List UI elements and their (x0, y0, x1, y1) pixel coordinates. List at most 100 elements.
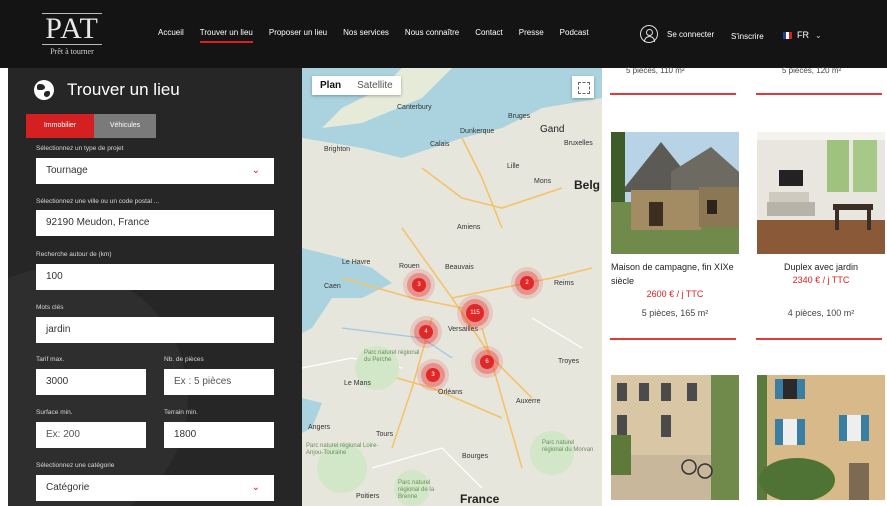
min-land-label: Terrain min. (164, 409, 198, 416)
min-surface-placeholder: Ex: 200 (46, 429, 80, 440)
divider (756, 338, 882, 340)
keywords-label: Mots clés (36, 304, 64, 311)
login-link[interactable]: Se connecter (640, 25, 714, 43)
chevron-down-icon: ⌄ (251, 165, 260, 176)
city-label: Sélectionnez une ville ou un code postal… (36, 198, 160, 205)
keywords-input[interactable]: jardin (36, 317, 274, 343)
listing-photo[interactable] (757, 132, 885, 254)
language-selector[interactable]: FR ⌄ (783, 30, 822, 40)
nav-presse[interactable]: Presse (519, 28, 544, 43)
language-label: FR (797, 30, 809, 40)
map-label: Brighton (324, 146, 351, 153)
min-land-input[interactable]: 1800 (164, 422, 274, 448)
user-icon (640, 25, 658, 43)
listing-title[interactable]: Maison de campagne, fin XIXe siècle (611, 260, 741, 288)
map-type-toggle: Plan Satellite (312, 76, 401, 95)
max-rate-input[interactable]: 3000 (36, 369, 146, 395)
map-label: Canterbury (397, 104, 432, 111)
map-label: Reims (554, 280, 574, 287)
listing-title[interactable]: Duplex avec jardin (757, 260, 885, 274)
city-input[interactable]: 92190 Meudon, France (36, 210, 274, 236)
radius-input[interactable]: 100 (36, 264, 274, 290)
logo-subtitle: Prêt à tourner (50, 47, 94, 56)
fullscreen-icon[interactable] (572, 76, 594, 98)
search-title: Trouver un lieu (34, 80, 180, 100)
divider (756, 93, 882, 95)
map-label: Mons (534, 178, 552, 185)
map-label: Auxerre (516, 398, 541, 405)
listing-photo[interactable] (611, 132, 739, 254)
project-type-select[interactable]: Tournage ⌄ (36, 158, 274, 184)
rooms-placeholder: Ex : 5 pièces (174, 376, 232, 387)
divider (610, 338, 736, 340)
french-flag-icon (783, 31, 792, 39)
map-marker[interactable]: 2 (520, 276, 534, 290)
nav-contact[interactable]: Contact (475, 28, 503, 43)
nav-podcast[interactable]: Podcast (560, 28, 589, 43)
min-surface-input[interactable]: Ex: 200 (36, 422, 146, 448)
map-label: Rouen (399, 263, 420, 270)
nav-nos-services[interactable]: Nos services (343, 28, 389, 43)
map-label: France (460, 492, 500, 506)
map-label: Troyes (558, 358, 580, 365)
nav-accueil[interactable]: Accueil (158, 28, 184, 43)
map-marker[interactable]: 6 (480, 355, 494, 369)
map-label: Parc naturel régional du Morvan (542, 440, 594, 453)
map-label: Angers (308, 424, 331, 431)
map-label: Versailles (448, 326, 478, 333)
min-surface-label: Surface min. (36, 409, 73, 416)
tab-vehicules[interactable]: Véhicules (94, 114, 156, 138)
map-satellite-button[interactable]: Satellite (349, 76, 401, 95)
map-label: Parc naturel régional du Perche (364, 350, 420, 363)
listing-photo[interactable] (611, 375, 739, 500)
rooms-input[interactable]: Ex : 5 pièces (164, 369, 274, 395)
map-label: Lille (507, 163, 520, 170)
tab-immobilier[interactable]: Immobilier (26, 114, 94, 138)
min-land-value: 1800 (174, 429, 197, 440)
signup-link[interactable]: S'inscrire (731, 32, 764, 41)
radius-label: Recherche autour de (km) (36, 251, 112, 258)
listing-photo[interactable] (757, 375, 885, 500)
map-marker[interactable]: 3 (426, 368, 440, 382)
keywords-value: jardin (46, 324, 71, 335)
logo[interactable]: PAT Prêt à tourner (42, 13, 102, 57)
map-label: Poitiers (356, 493, 380, 500)
divider (610, 93, 736, 95)
nav-trouver-un-lieu[interactable]: Trouver un lieu (199, 28, 253, 43)
map-label: Gand (540, 124, 565, 135)
map-label: Le Havre (342, 259, 371, 266)
nav-nous-connaitre[interactable]: Nous connaître (405, 28, 459, 43)
listing-price: 2340 € / j TTC (792, 275, 850, 285)
listing-rooms: 5 pièces, 110 m² (626, 66, 685, 75)
project-type-value: Tournage (46, 165, 88, 176)
category-select[interactable]: Catégorie ⌄ (36, 475, 274, 501)
search-title-text: Trouver un lieu (67, 80, 180, 99)
city-value: 92190 Meudon, France (46, 217, 150, 228)
listing-rooms: 4 pièces, 100 m² (787, 308, 855, 318)
page: PAT Prêt à tourner Accueil Trouver un li… (0, 0, 887, 506)
map-marker[interactable]: 115 (466, 304, 484, 322)
map-label: Dunkerque (460, 128, 495, 135)
map-label: Beauvais (445, 264, 474, 271)
radius-value: 100 (46, 271, 63, 282)
map-label: Calais (430, 141, 450, 148)
search-panel: Trouver un lieu Immobilier Véhicules Sél… (8, 68, 302, 506)
map-label: Belg (574, 178, 601, 192)
max-rate-value: 3000 (46, 376, 69, 387)
chevron-down-icon: ⌄ (815, 30, 822, 40)
listing-price: 2600 € / j TTC (646, 289, 704, 299)
project-type-label: Sélectionnez un type de projet (36, 145, 124, 152)
map-label: Bruges (508, 113, 531, 120)
map-label: Tours (376, 431, 394, 438)
map-label: Parc naturel régional de la Brenne (398, 480, 435, 500)
nav-proposer-un-lieu[interactable]: Proposer un lieu (269, 28, 327, 43)
globe-icon (34, 80, 54, 100)
map-marker[interactable]: 3 (412, 278, 426, 292)
map-marker[interactable]: 4 (419, 325, 433, 339)
top-navbar: PAT Prêt à tourner Accueil Trouver un li… (0, 0, 887, 68)
map-label: Parc naturel régional Loire-Anjou-Tourai… (306, 443, 379, 456)
map[interactable]: Plan Satellite Canterbury Brighton Calai… (302, 68, 602, 506)
map-plan-button[interactable]: Plan (312, 76, 349, 95)
listing-rooms: 5 pièces, 120 m² (782, 66, 842, 75)
logo-text: PAT (42, 13, 102, 45)
